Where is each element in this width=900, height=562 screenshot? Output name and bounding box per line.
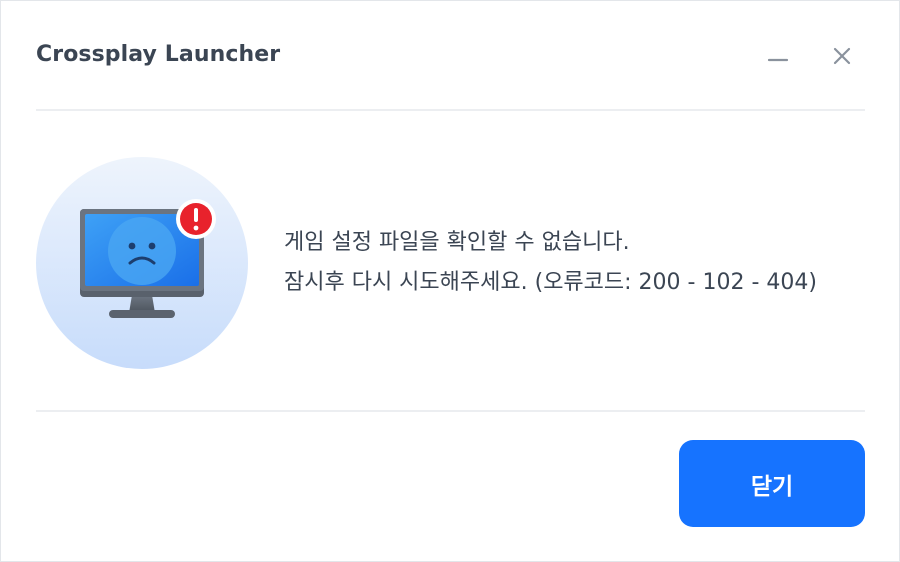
close-button[interactable]: 닫기 xyxy=(679,440,865,527)
error-message-line1: 게임 설정 파일을 확인할 수 없습니다. xyxy=(284,230,630,255)
error-message: 게임 설정 파일을 확인할 수 없습니다. 잠시후 다시 시도해주세요. (오류… xyxy=(284,223,817,303)
header-divider xyxy=(36,109,865,111)
error-message-line2: 잠시후 다시 시도해주세요. (오류코드: 200 - 102 - 404) xyxy=(284,270,817,295)
error-dialog: Crossplay Launcher 게임 설정 파일을 확인할 수 없습니다.… xyxy=(0,0,900,562)
sad-monitor-icon xyxy=(36,157,248,369)
footer-divider xyxy=(36,410,865,412)
minimize-button[interactable] xyxy=(761,39,795,73)
minimize-icon xyxy=(767,58,789,62)
close-window-button[interactable] xyxy=(825,39,859,73)
error-illustration xyxy=(36,157,248,369)
window-title: Crossplay Launcher xyxy=(36,42,281,67)
close-icon xyxy=(833,47,851,65)
alert-badge-icon xyxy=(176,199,216,239)
